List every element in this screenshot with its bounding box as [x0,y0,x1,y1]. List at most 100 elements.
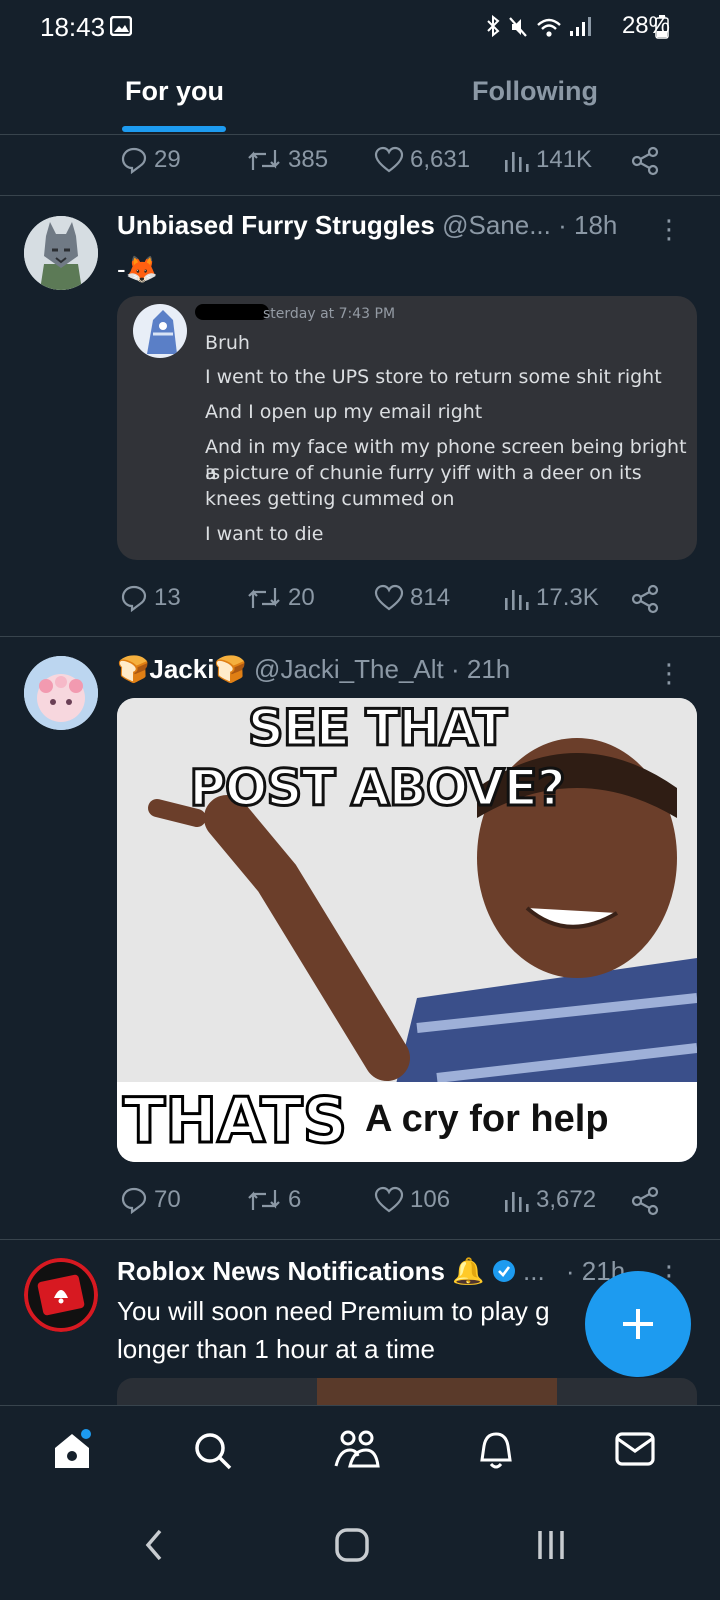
reply-count: 70 [154,1186,181,1213]
message-line: knees getting cummed on [205,488,455,510]
message-line: a picture of chunie furry yiff with a de… [205,462,642,484]
message-timestamp: sterday at 7:43 PM [263,306,396,322]
compose-icon [623,1309,653,1339]
retweet-icon [248,1190,280,1210]
reply-icon [121,585,147,612]
views-count: 3,672 [536,1186,597,1213]
like-count: 106 [410,1186,451,1213]
tweet-text: -🦊 [117,254,159,284]
reply-button[interactable]: 70 [120,1186,181,1214]
share-icon[interactable] [630,146,660,176]
communities-icon[interactable] [334,1428,380,1472]
views-count: 141K [536,146,593,173]
retweet-button[interactable]: 20 [246,584,315,612]
tab-indicator [122,126,226,132]
message-line: And I open up my email right [205,401,483,423]
quoted-screenshot[interactable]: sterday at 7:43 PM Bruh I went to the UP… [117,296,697,560]
views-icon [505,590,529,610]
avatar[interactable] [24,1258,98,1332]
reply-button[interactable]: 13 [120,584,181,612]
home-icon[interactable] [50,1428,94,1472]
battery-icon [655,15,669,39]
retweet-count: 6 [288,1186,302,1213]
media-preview-fragment [317,1378,557,1408]
tweet-divider [0,636,720,637]
tab-for-you[interactable]: For you [125,76,224,107]
author-name[interactable]: Roblox News Notifications 🔔 [117,1256,485,1286]
meme-top-line: SEE THAT [246,698,509,759]
like-button[interactable]: 106 [374,1186,450,1214]
views-button[interactable]: 3,672 [502,1186,596,1214]
author-name[interactable]: 🍞Jacki🍞 [117,654,247,684]
avatar[interactable] [24,216,98,290]
compose-button[interactable] [585,1271,691,1377]
views-button[interactable]: 17.3K [502,584,599,612]
gallery-notification-icon [110,16,132,36]
reply-icon [121,147,147,174]
anime-avatar-icon [24,656,98,730]
quoted-avatar [133,304,187,358]
message-line: I want to die [205,523,324,545]
reply-button[interactable]: 29 [120,146,181,174]
meme-top-text: SEE THAT POST ABOVE? [117,698,697,819]
meme-bottom-right: A cry for help [365,1098,609,1140]
timeline-tabs: For you Following [0,58,720,135]
previous-tweet-actions: 29 385 6,631 141K [0,140,720,184]
dragon-avatar-icon [147,310,177,354]
tweet-media-preview[interactable] [117,1378,697,1408]
verified-badge-icon [492,1260,515,1282]
author-handle[interactable]: @Jacki_The_Alt [254,654,444,684]
retweet-button[interactable]: 6 [246,1186,301,1214]
status-time: 18:43 [40,12,106,42]
message-line: Bruh [205,332,250,354]
search-icon[interactable] [192,1430,236,1474]
tweet-divider [0,1239,720,1240]
tab-following[interactable]: Following [472,76,598,107]
like-count: 6,631 [410,146,471,173]
views-icon [505,1192,529,1212]
message-line: I went to the UPS store to return some s… [205,366,662,388]
like-button[interactable]: 6,631 [374,146,470,174]
more-options-icon[interactable]: ⋮ [656,214,682,245]
tweet-divider [0,195,720,196]
like-icon [374,584,404,611]
avatar[interactable] [24,656,98,730]
home-nav-icon[interactable] [332,1525,372,1565]
like-icon [374,146,404,173]
tweet-text-line1: You will soon need Premium to play g [117,1296,550,1326]
messages-icon[interactable] [614,1430,658,1470]
meme-bottom-left: THATS [121,1083,348,1159]
tweet-actions: 70 6 106 3,672 [0,1180,720,1224]
back-icon[interactable] [140,1525,168,1565]
tweet-actions: 13 20 814 17.3K [0,578,720,622]
more-options-icon[interactable]: ⋮ [656,658,682,689]
views-count: 17.3K [536,584,599,611]
author-name[interactable]: Unbiased Furry Struggles [117,210,435,240]
retweet-button[interactable]: 385 [246,146,328,174]
like-count: 814 [410,584,451,611]
retweet-count: 385 [288,146,329,173]
wolf-avatar-icon [24,216,98,290]
recents-icon[interactable] [534,1525,570,1565]
share-icon[interactable] [630,1186,660,1216]
notifications-icon[interactable] [476,1428,516,1472]
meme-image[interactable]: SEE THAT POST ABOVE? THATS A cry for hel… [117,698,697,1162]
status-bar: 18:43 28% [0,0,720,52]
views-button[interactable]: 141K [502,146,592,174]
like-button[interactable]: 814 [374,584,450,612]
tweet-time: · 18h [558,210,618,240]
retweet-count: 20 [288,584,315,611]
like-icon [374,1186,404,1213]
retweet-icon [248,150,280,170]
author-handle[interactable]: ... [523,1256,545,1286]
meme-top-line: POST ABOVE? [188,758,568,819]
system-navigation [0,1505,720,1600]
views-icon [505,152,529,172]
reply-count: 13 [154,584,181,611]
reply-icon [121,1187,147,1214]
share-icon[interactable] [630,584,660,614]
reply-count: 29 [154,146,181,173]
author-handle[interactable]: @Sane... [442,210,551,240]
tweet-time: · 21h [450,654,511,684]
bottom-navigation [0,1405,720,1506]
